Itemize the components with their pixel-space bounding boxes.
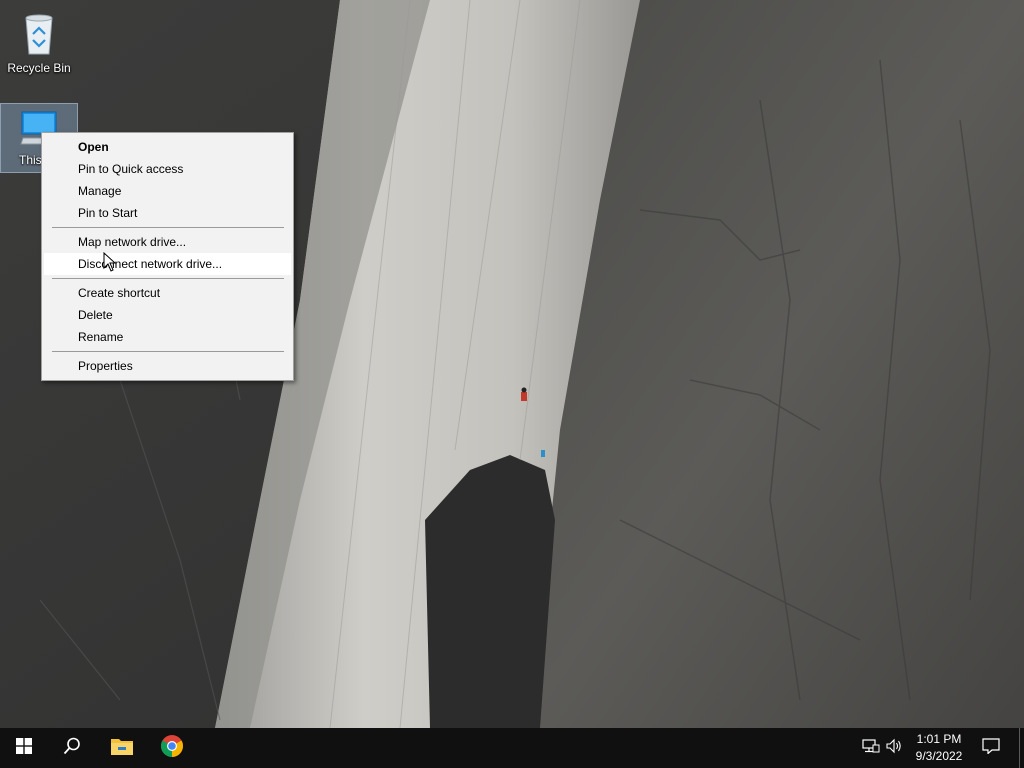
menu-item-manage[interactable]: Manage xyxy=(44,180,291,202)
search-icon xyxy=(63,737,81,760)
menu-item-create-shortcut[interactable]: Create shortcut xyxy=(44,282,291,304)
chrome-icon xyxy=(160,734,184,763)
menu-item-pin-to-start[interactable]: Pin to Start xyxy=(44,202,291,224)
windows-logo-icon xyxy=(16,737,32,759)
recycle-bin-icon xyxy=(1,8,77,59)
taskbar-chrome[interactable] xyxy=(148,728,196,768)
clock-time: 1:01 PM xyxy=(916,732,962,746)
menu-item-delete[interactable]: Delete xyxy=(44,304,291,326)
menu-item-rename[interactable]: Rename xyxy=(44,326,291,348)
menu-item-pin-to-quick-access[interactable]: Pin to Quick access xyxy=(44,158,291,180)
notification-icon xyxy=(982,737,1000,759)
taskbar-clock[interactable]: 1:01 PM 9/3/2022 xyxy=(906,728,972,768)
start-button[interactable] xyxy=(0,728,48,768)
taskbar-file-explorer[interactable] xyxy=(98,728,146,768)
mouse-cursor xyxy=(103,252,117,272)
show-desktop-button[interactable] xyxy=(1019,728,1020,768)
desktop-icon-recycle-bin[interactable]: Recycle Bin xyxy=(1,4,77,75)
action-center-button[interactable] xyxy=(980,728,1002,768)
menu-separator xyxy=(52,227,284,228)
file-explorer-icon xyxy=(110,736,134,761)
volume-icon xyxy=(885,738,903,759)
recycle-bin-label: Recycle Bin xyxy=(7,61,71,75)
menu-item-disconnect-network-drive[interactable]: Disconnect network drive... xyxy=(44,253,291,275)
menu-item-properties[interactable]: Properties xyxy=(44,355,291,377)
tray-network[interactable] xyxy=(860,728,882,768)
menu-separator xyxy=(52,351,284,352)
tray-volume[interactable] xyxy=(883,728,905,768)
taskbar: 1:01 PM 9/3/2022 xyxy=(0,728,1024,768)
menu-separator xyxy=(52,278,284,279)
search-button[interactable] xyxy=(48,728,96,768)
network-icon xyxy=(862,738,880,759)
menu-item-map-network-drive[interactable]: Map network drive... xyxy=(44,231,291,253)
desktop[interactable]: Recycle Bin This PC OpenPin to Quick acc… xyxy=(0,0,1024,728)
clock-date: 9/3/2022 xyxy=(915,749,963,763)
menu-item-open[interactable]: Open xyxy=(44,136,291,158)
context-menu: Open Pin to Quick access Manage Pin to Star… xyxy=(41,132,294,381)
